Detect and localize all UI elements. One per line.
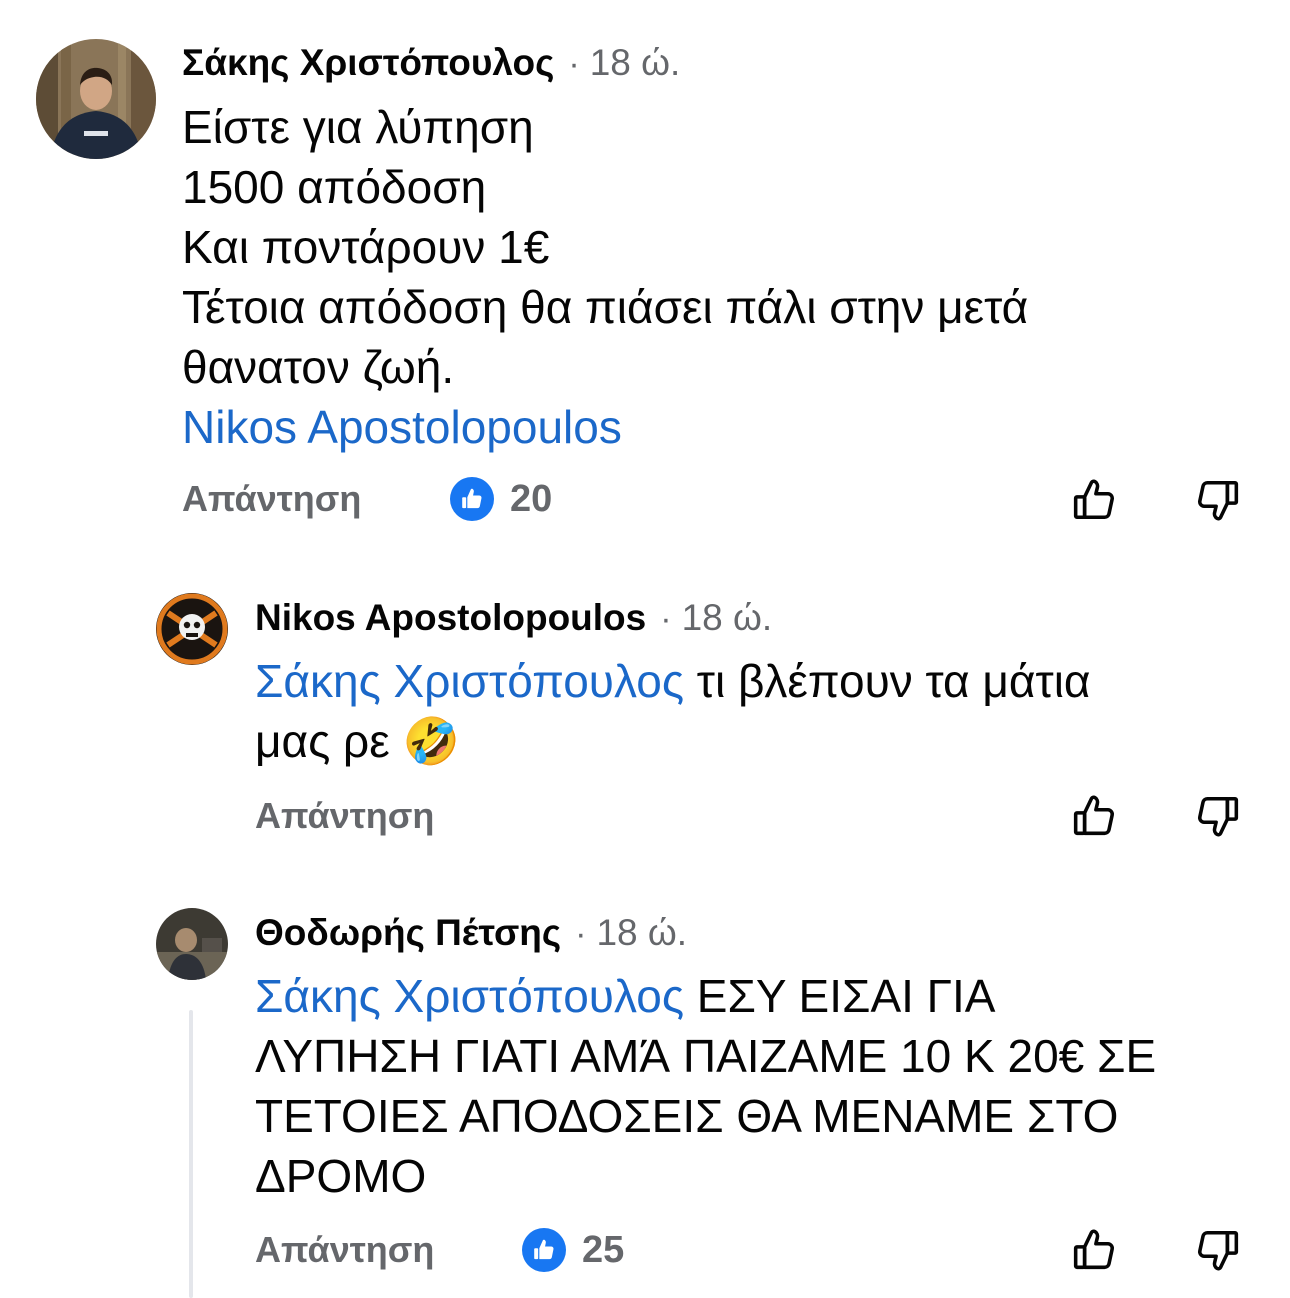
author-name[interactable]: Nikos Apostolopoulos [255,597,646,639]
dislike-button[interactable] [1190,1222,1246,1278]
comment-line: θανατον ζωή. [182,341,455,393]
comment-text: Σάκης Χριστόπουλος ΕΣΥ ΕΙΣΑΙ ΓΙΑ ΛΥΠΗΣΗ … [255,966,1156,1206]
rofl-emoji-icon: 🤣 [402,715,460,767]
separator-dot: · [575,915,587,953]
thumbs-down-icon [1193,791,1243,841]
comment-line: 1500 απόδοση [182,161,487,213]
avatar-photo [36,39,156,159]
reply-button[interactable]: Απάντηση [182,478,361,520]
avatar-photo [156,908,228,980]
comment-header: Σάκης Χριστόπουλος · 18 ώ. [182,42,680,84]
avatar[interactable] [156,593,228,665]
comment-line: Σάκης Χριστόπουλος ΕΣΥ ΕΙΣΑΙ ΓΙΑ [255,966,1156,1026]
separator-dot: · [568,45,580,83]
comment-line: ΤΕΤΟΙΕΣ ΑΠΟΔΟΣΕΙΣ ΘΑ ΜΕΝΑΜΕ ΣΤΟ [255,1090,1119,1142]
comment-line: ΔΡΟΜΟ [255,1150,427,1202]
timestamp[interactable]: 18 ώ. [682,597,773,639]
dislike-button[interactable] [1190,788,1246,844]
author-name[interactable]: Θοδωρής Πέτσης [255,912,561,954]
separator-dot: · [660,600,672,638]
reaction-summary[interactable]: 20 [450,477,552,521]
author-name[interactable]: Σάκης Χριστόπουλος [182,42,554,84]
thumbs-down-icon [1193,1225,1243,1275]
comment-text: Σάκης Χριστόπουλος τι βλέπουν τα μάτια μ… [255,651,1091,771]
thumbs-down-icon [1193,475,1243,525]
reply-button[interactable]: Απάντηση [255,795,434,837]
comment-line: ΛΥΠΗΣΗ ΓΙΑΤΙ ΑΜΆ ΠΑΙΖΑΜΕ 10 Κ 20€ ΣΕ [255,1030,1157,1082]
comment-text: Είστε για λύπηση 1500 απόδοση Και ποντάρ… [182,97,1028,457]
mention-link[interactable]: Σάκης Χριστόπουλος [255,970,684,1022]
like-count: 20 [510,477,553,520]
comment-header: Nikos Apostolopoulos · 18 ώ. [255,597,772,639]
like-reaction-icon [450,477,494,521]
thumbs-up-icon [1069,1225,1119,1275]
avatar[interactable] [36,39,156,159]
reaction-summary[interactable]: 25 [522,1228,624,1272]
like-button[interactable] [1066,1222,1122,1278]
thread-line [189,1010,193,1298]
comment-text-part: ΕΣΥ ΕΙΣΑΙ ΓΙΑ [684,970,996,1022]
thumbs-up-icon [1069,791,1119,841]
reply-button[interactable]: Απάντηση [255,1229,434,1271]
thumbs-up-icon [1069,475,1119,525]
like-button[interactable] [1066,472,1122,528]
comment-line: Τέτοια απόδοση θα πιάσει πάλι στην μετά [182,281,1029,333]
timestamp[interactable]: 18 ώ. [590,42,681,84]
mention-link[interactable]: Nikos Apostolopoulos [182,397,1028,457]
comment-line: μας ρε 🤣 [255,711,1091,771]
like-button[interactable] [1066,788,1122,844]
like-count: 25 [582,1228,625,1271]
avatar-photo [156,593,228,665]
avatar[interactable] [156,908,228,980]
comment-line: Είστε για λύπηση [182,101,534,153]
comment-line: Και ποντάρουν 1€ [182,221,550,273]
timestamp[interactable]: 18 ώ. [596,912,687,954]
like-reaction-icon [522,1228,566,1272]
comment-text-part: μας ρε [255,715,403,767]
comment-text-part: τι βλέπουν τα μάτια [684,655,1091,707]
dislike-button[interactable] [1190,472,1246,528]
mention-link[interactable]: Σάκης Χριστόπουλος [255,655,684,707]
comment-header: Θοδωρής Πέτσης · 18 ώ. [255,912,687,954]
comment-line: Σάκης Χριστόπουλος τι βλέπουν τα μάτια [255,651,1091,711]
